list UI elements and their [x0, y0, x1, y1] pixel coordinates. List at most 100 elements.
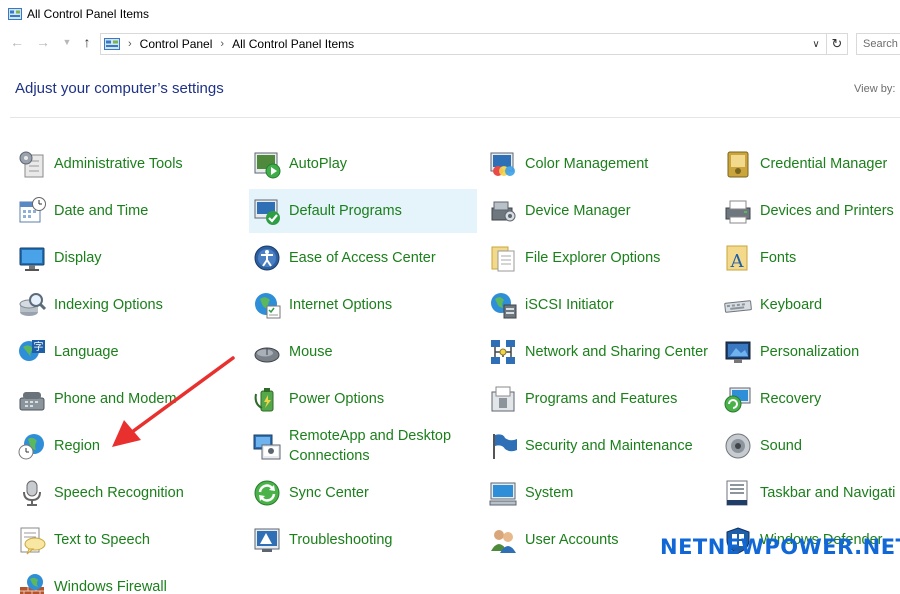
item-label[interactable]: Credential Manager: [760, 154, 887, 174]
item-label[interactable]: Speech Recognition: [54, 483, 184, 503]
system-icon: [489, 482, 517, 506]
chevron-down-icon[interactable]: ∨: [808, 35, 824, 53]
svg-text:A: A: [730, 251, 745, 272]
item-region[interactable]: Region: [14, 424, 247, 468]
item-recovery[interactable]: Recovery: [720, 377, 900, 421]
item-label[interactable]: Display: [54, 248, 102, 268]
item-label[interactable]: Device Manager: [525, 201, 631, 221]
item-label[interactable]: System: [525, 483, 573, 503]
item-device-manager[interactable]: Device Manager: [485, 189, 717, 233]
iscsi-initiator-icon: [491, 293, 517, 319]
item-personalization[interactable]: Personalization: [720, 330, 900, 374]
item-label[interactable]: Sync Center: [289, 483, 369, 503]
back-arrow-icon[interactable]: ←: [8, 32, 26, 52]
item-windows-firewall[interactable]: Windows Firewall: [14, 565, 247, 594]
item-date-and-time[interactable]: Date and Time: [14, 189, 247, 233]
item-label[interactable]: Programs and Features: [525, 389, 677, 409]
region-icon: [18, 434, 44, 460]
ease-of-access-icon: [254, 245, 280, 271]
item-label[interactable]: Region: [54, 436, 100, 456]
language-icon: 字: [19, 340, 45, 361]
item-label[interactable]: Personalization: [760, 342, 859, 362]
item-label[interactable]: Internet Options: [289, 295, 392, 315]
item-label[interactable]: Troubleshooting: [289, 530, 392, 550]
item-default-programs[interactable]: Default Programs: [249, 189, 477, 233]
item-mouse[interactable]: Mouse: [249, 330, 477, 374]
item-indexing-options[interactable]: Indexing Options: [14, 283, 247, 327]
item-security-maintenance[interactable]: Security and Maintenance: [485, 424, 717, 468]
item-label[interactable]: Ease of Access Center: [289, 248, 436, 268]
mouse-icon: [254, 347, 280, 363]
refresh-icon[interactable]: ↻: [826, 33, 848, 55]
item-credential-manager[interactable]: Credential Manager: [720, 142, 900, 186]
item-system[interactable]: System: [485, 471, 717, 515]
item-ease-of-access[interactable]: Ease of Access Center: [249, 236, 477, 280]
address-bar[interactable]: › Control Panel › All Control Panel Item…: [100, 33, 827, 55]
item-label[interactable]: Mouse: [289, 342, 333, 362]
item-label[interactable]: RemoteApp and Desktop Connections: [289, 426, 469, 466]
item-label[interactable]: Power Options: [289, 389, 384, 409]
item-label[interactable]: Text to Speech: [54, 530, 150, 550]
recent-locations-icon[interactable]: ▼: [58, 32, 76, 52]
keyboard-icon: [724, 300, 752, 313]
network-sharing-icon: [491, 340, 515, 364]
item-label[interactable]: iSCSI Initiator: [525, 295, 614, 315]
item-label[interactable]: Taskbar and Navigation: [760, 483, 896, 503]
item-label[interactable]: Devices and Printers: [760, 201, 894, 221]
item-devices-printers[interactable]: Devices and Printers: [720, 189, 900, 233]
devices-printers-icon: [725, 200, 751, 224]
item-label[interactable]: Security and Maintenance: [525, 436, 693, 456]
sync-center-icon: [254, 480, 280, 506]
item-power-options[interactable]: Power Options: [249, 377, 477, 421]
search-input[interactable]: Search Control Panel: [856, 33, 900, 55]
up-arrow-icon[interactable]: ↑: [78, 32, 96, 52]
item-troubleshooting[interactable]: Troubleshooting: [249, 518, 477, 562]
item-label[interactable]: Phone and Modem: [54, 389, 177, 409]
item-speech-recognition[interactable]: Speech Recognition: [14, 471, 247, 515]
item-sound[interactable]: Sound: [720, 424, 900, 468]
item-network-sharing[interactable]: Network and Sharing Center: [485, 330, 717, 374]
breadcrumb-control-panel[interactable]: Control Panel: [140, 37, 213, 51]
item-label[interactable]: File Explorer Options: [525, 248, 660, 268]
item-taskbar-navigation[interactable]: Taskbar and Navigation: [720, 471, 900, 515]
item-keyboard[interactable]: Keyboard: [720, 283, 900, 327]
item-administrative-tools[interactable]: Administrative Tools: [14, 142, 247, 186]
item-label[interactable]: Keyboard: [760, 295, 822, 315]
chevron-right-icon[interactable]: ›: [220, 38, 224, 50]
item-label[interactable]: Network and Sharing Center: [525, 342, 709, 362]
item-label[interactable]: AutoPlay: [289, 154, 347, 174]
phone-and-modem-icon: [19, 392, 45, 411]
item-autoplay[interactable]: AutoPlay: [249, 142, 477, 186]
item-internet-options[interactable]: Internet Options: [249, 283, 477, 327]
item-display[interactable]: Display: [14, 236, 247, 280]
watermark: NETNEWPOWER.NET: [660, 535, 900, 559]
svg-text:字: 字: [34, 340, 44, 353]
item-label[interactable]: Administrative Tools: [54, 154, 183, 174]
item-text-to-speech[interactable]: Text to Speech: [14, 518, 247, 562]
item-language[interactable]: 字 Language: [14, 330, 247, 374]
item-remoteapp[interactable]: RemoteApp and Desktop Connections: [249, 424, 477, 468]
display-icon: [19, 247, 45, 271]
item-label[interactable]: Fonts: [760, 248, 796, 268]
item-label[interactable]: Default Programs: [289, 201, 402, 221]
item-programs-features[interactable]: Programs and Features: [485, 377, 717, 421]
item-label[interactable]: Sound: [760, 436, 802, 456]
item-phone-and-modem[interactable]: Phone and Modem: [14, 377, 247, 421]
item-color-management[interactable]: Color Management: [485, 142, 717, 186]
item-label[interactable]: Indexing Options: [54, 295, 163, 315]
item-label[interactable]: Recovery: [760, 389, 821, 409]
item-fonts[interactable]: A Fonts: [720, 236, 900, 280]
item-label[interactable]: Color Management: [525, 154, 648, 174]
chevron-right-icon[interactable]: ›: [128, 38, 132, 50]
troubleshooting-icon: [254, 528, 280, 552]
item-label[interactable]: User Accounts: [525, 530, 619, 550]
breadcrumb-all-items[interactable]: All Control Panel Items: [232, 37, 354, 51]
item-file-explorer-options[interactable]: File Explorer Options: [485, 236, 717, 280]
item-label[interactable]: Windows Firewall: [54, 577, 167, 594]
item-iscsi-initiator[interactable]: iSCSI Initiator: [485, 283, 717, 327]
item-sync-center[interactable]: Sync Center: [249, 471, 477, 515]
forward-arrow-icon[interactable]: →: [34, 32, 52, 52]
taskbar-navigation-icon: [726, 480, 748, 506]
item-label[interactable]: Date and Time: [54, 201, 148, 221]
item-label[interactable]: Language: [54, 342, 119, 362]
